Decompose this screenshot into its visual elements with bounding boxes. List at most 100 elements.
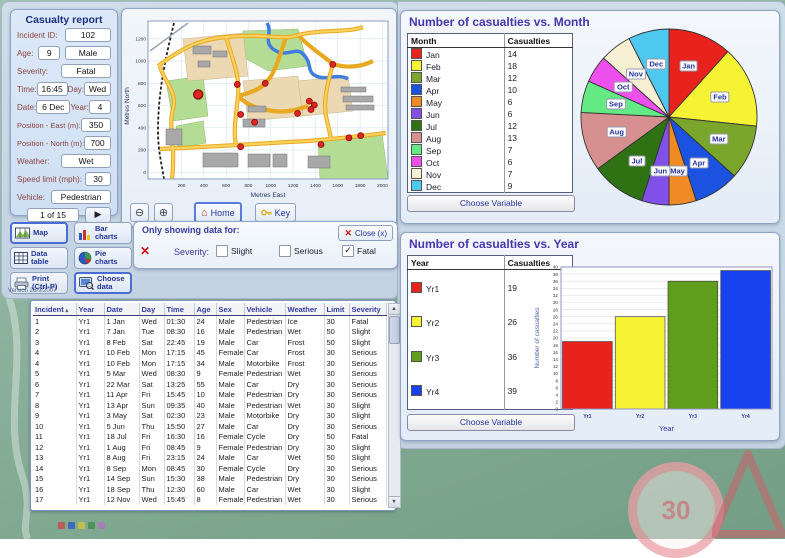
map-panel: Metres North	[121, 8, 397, 227]
column-header-sex[interactable]: Sex	[216, 303, 244, 316]
column-header-time[interactable]: Time	[164, 303, 194, 316]
severity-option-slight[interactable]: Slight	[216, 245, 279, 257]
table-row[interactable]: 17Yr112 NovWed15:458FemalePedestrianWet3…	[33, 495, 386, 506]
map-view-button[interactable]: Map	[10, 222, 68, 244]
map-incident-dot[interactable]	[308, 106, 314, 112]
table-row[interactable]: 1Yr11 JanWed01:3024MalePedestrianIce30Fa…	[33, 316, 386, 327]
map-incident-dot[interactable]	[358, 133, 364, 139]
column-header-severity[interactable]: Severity	[349, 303, 386, 316]
date-field[interactable]: 6 Dec	[36, 100, 70, 114]
column-header-incident[interactable]: Incident ▴	[33, 303, 76, 316]
table-row[interactable]: 13Yr18 AugFri23:1524MaleCarWet50Slight	[33, 453, 386, 464]
scroll-up-arrow[interactable]: ▲	[389, 304, 400, 315]
table-row[interactable]: 16Yr118 SepThu12:3060MaleCarWet30Slight	[33, 484, 386, 495]
table-row[interactable]: 6Yr122 MarSat13:2555MaleCarDry30Serious	[33, 379, 386, 390]
severity-option-serious[interactable]: Serious	[279, 245, 342, 257]
checkbox-icon[interactable]: ✓	[342, 245, 354, 257]
key-button[interactable]: Key	[255, 203, 297, 222]
next-record-button[interactable]: ▶	[85, 207, 111, 223]
month-table-row[interactable]: Feb18	[408, 60, 573, 72]
column-header-weather[interactable]: Weather	[285, 303, 324, 316]
map-selected-incident-dot[interactable]	[194, 90, 203, 99]
map-incident-dot[interactable]	[330, 61, 336, 67]
severity-option-fatal[interactable]: ✓Fatal	[342, 245, 405, 257]
table-row[interactable]: 15Yr114 SepSun15:3038MalePedestrianDry30…	[33, 474, 386, 485]
map-incident-dot[interactable]	[238, 111, 244, 117]
map-plot[interactable]: Metres North	[122, 11, 396, 203]
month-table-row[interactable]: Aug13	[408, 132, 573, 144]
year-field[interactable]: 4	[89, 100, 111, 114]
month-choose-variable-button[interactable]: Choose Variable	[407, 195, 575, 212]
column-header-limit[interactable]: Limit	[324, 303, 349, 316]
vehicle-field[interactable]: Pedestrian	[51, 190, 111, 204]
scrollbar-thumb[interactable]	[389, 316, 400, 344]
severity-field[interactable]: Fatal	[61, 64, 111, 78]
zoom-in-button[interactable]: ⊕	[154, 203, 173, 222]
map-incident-dot[interactable]	[238, 144, 244, 150]
pie-charts-view-button[interactable]: Pie charts	[74, 247, 132, 269]
map-incident-dot[interactable]	[306, 98, 312, 104]
table-row[interactable]: 4Yr110 FebMon17:1534MaleMotorbikeFrost30…	[33, 358, 386, 369]
age-field[interactable]: 9	[38, 46, 60, 60]
table-cell: 27	[194, 421, 216, 432]
incident-id-field[interactable]: 102	[65, 28, 111, 42]
month-table-row[interactable]: Dec9	[408, 180, 573, 193]
month-table-row[interactable]: Oct6	[408, 156, 573, 168]
month-table-row[interactable]: Apr10	[408, 84, 573, 96]
weather-field[interactable]: Wet	[61, 154, 111, 168]
data-table-view-button[interactable]: Data table	[10, 247, 68, 269]
bar-y-tick-label: 26	[553, 314, 559, 319]
checkbox-icon[interactable]	[216, 245, 228, 257]
checkbox-icon[interactable]	[279, 245, 291, 257]
map-incident-dot[interactable]	[234, 81, 240, 87]
table-scrollbar[interactable]: ▲ ▼	[388, 303, 401, 508]
table-row[interactable]: 11Yr118 JulFri16:3016FemaleCycleDry50Fat…	[33, 432, 386, 443]
year-column-header[interactable]: Year	[408, 256, 505, 270]
filter-close-label: Close (x)	[355, 229, 387, 238]
table-row[interactable]: 5Yr15 MarWed08:309FemalePedestrianWet30S…	[33, 369, 386, 380]
map-incident-dot[interactable]	[252, 119, 258, 125]
map-incident-dot[interactable]	[262, 80, 268, 86]
column-header-vehicle[interactable]: Vehicle	[244, 303, 285, 316]
column-header-year[interactable]: Year	[76, 303, 104, 316]
column-header-date[interactable]: Date	[104, 303, 139, 316]
day-field[interactable]: Wed	[84, 82, 111, 96]
remove-filter-button[interactable]: ✕	[140, 245, 150, 258]
map-incident-dot[interactable]	[346, 135, 352, 141]
table-cell: 15:50	[164, 421, 194, 432]
table-row[interactable]: 12Yr11 AugFri08:459FemalePedestrianDry30…	[33, 442, 386, 453]
month-table-row[interactable]: Mar12	[408, 72, 573, 84]
table-row[interactable]: 10Yr15 JunThu15:5027MaleCarDry30Serious	[33, 421, 386, 432]
table-row[interactable]: 4Yr110 FebMon17:1545FemaleCarFrost30Seri…	[33, 348, 386, 359]
table-row[interactable]: 9Yr13 MaySat02:3023MaleMotorbikeDry30Sli…	[33, 411, 386, 422]
map-incident-dot[interactable]	[295, 110, 301, 116]
map-incident-dot[interactable]	[318, 142, 324, 148]
position-north-field[interactable]: 700	[84, 136, 111, 150]
bar-charts-view-button[interactable]: Bar charts	[74, 222, 132, 244]
position-east-field[interactable]: 350	[81, 118, 111, 132]
scroll-down-arrow[interactable]: ▼	[389, 496, 400, 507]
table-row[interactable]: 3Yr18 FebSat22:4519MaleCarFrost50Slight	[33, 337, 386, 348]
column-header-age[interactable]: Age	[194, 303, 216, 316]
table-row[interactable]: 14Yr18 SepMon08:4530FemaleCycleDry30Seri…	[33, 463, 386, 474]
speed-limit-field[interactable]: 30	[85, 172, 111, 186]
month-casualties-column-header[interactable]: Casualties	[504, 34, 572, 48]
month-table-row[interactable]: Sep7	[408, 144, 573, 156]
choose-data-button[interactable]: Choose data	[74, 272, 132, 294]
month-table-row[interactable]: May6	[408, 96, 573, 108]
table-row[interactable]: 8Yr113 AprSun09:3540MalePedestrianWet30S…	[33, 400, 386, 411]
column-header-day[interactable]: Day	[139, 303, 164, 316]
month-table-row[interactable]: Jun6	[408, 108, 573, 120]
month-table-row[interactable]: Jul12	[408, 120, 573, 132]
table-row[interactable]: 2Yr17 JanTue08:3016MalePedestrianWet50Sl…	[33, 327, 386, 338]
zoom-out-button[interactable]: ⊖	[130, 203, 149, 222]
month-table-row[interactable]: Nov7	[408, 168, 573, 180]
time-field[interactable]: 16:45	[37, 82, 68, 96]
month-table-row[interactable]: Jan14	[408, 48, 573, 61]
table-cell: Yr1	[76, 474, 104, 485]
sex-field[interactable]: Male	[65, 46, 111, 60]
filter-close-button[interactable]: ✕ Close (x)	[338, 225, 393, 241]
month-column-header[interactable]: Month	[408, 34, 505, 48]
home-button[interactable]: ⌂ Home	[194, 202, 242, 223]
table-row[interactable]: 7Yr111 AprFri15:4510MalePedestrianDry30S…	[33, 390, 386, 401]
